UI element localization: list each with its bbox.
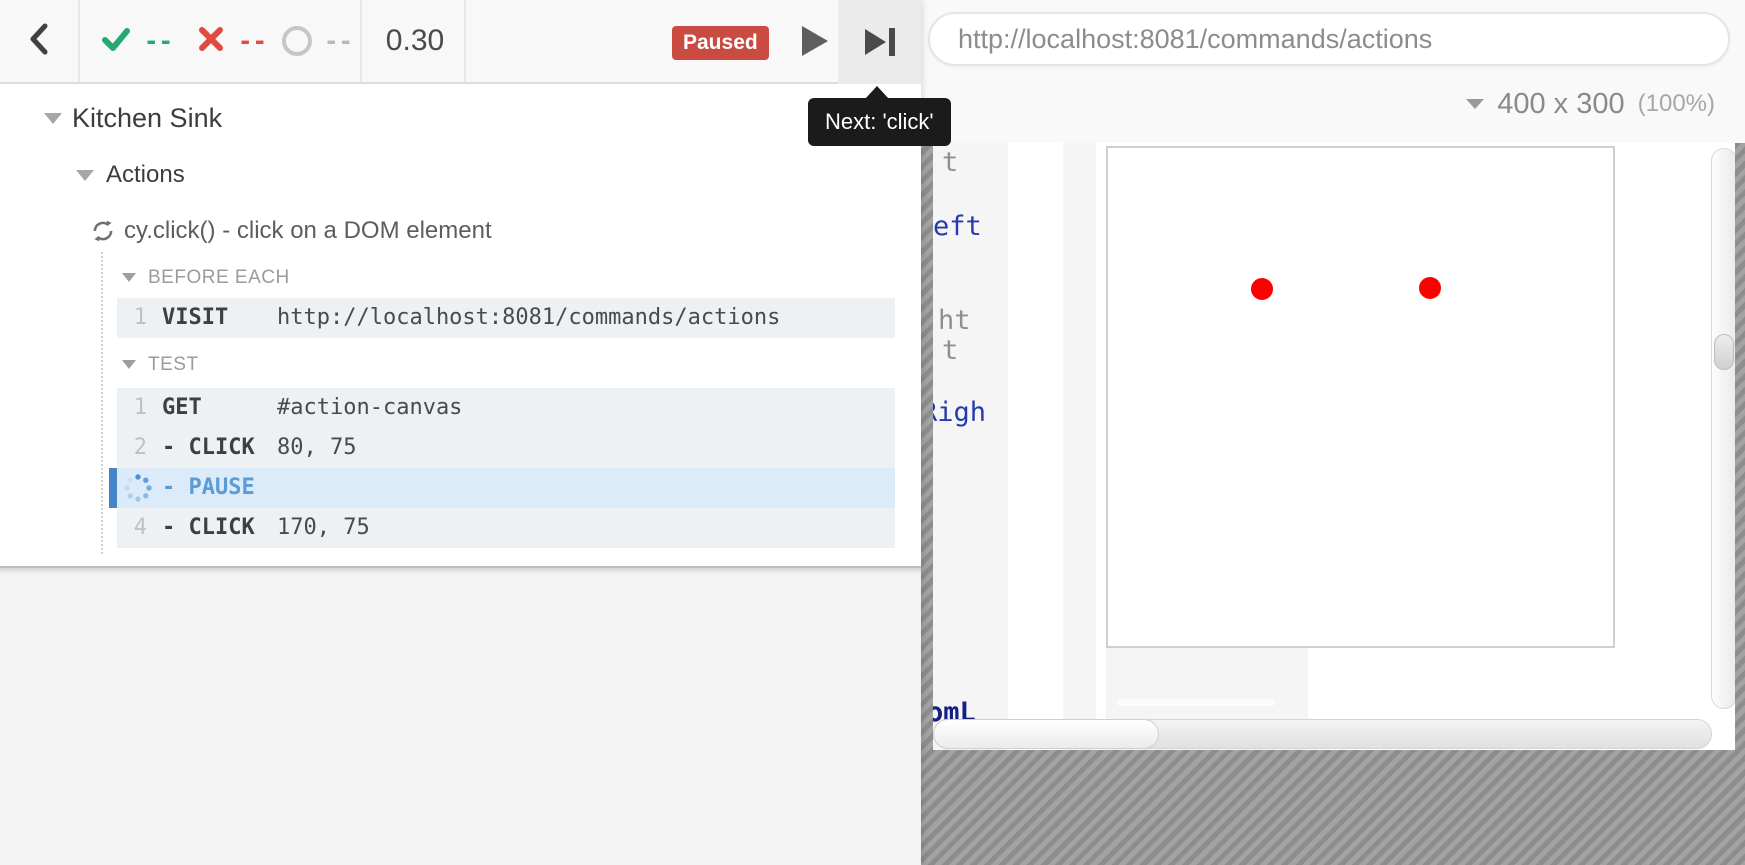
viewport-size: 400 x 300 — [1497, 88, 1624, 121]
address-bar[interactable]: http://localhost:8081/commands/actions — [928, 12, 1730, 66]
run-duration: 0.30 — [366, 0, 464, 82]
hook-label: BEFORE EACH — [148, 265, 290, 291]
command-args: 80, 75 — [277, 428, 356, 468]
suite-label: Kitchen Sink — [72, 100, 222, 136]
suite-label: Actions — [106, 158, 185, 192]
command-args: http://localhost:8081/commands/actions — [277, 298, 780, 338]
code-fragment: t — [942, 147, 958, 178]
back-button[interactable] — [0, 0, 78, 82]
resume-button[interactable] — [788, 14, 842, 68]
test-title: cy.click() - click on a DOM element — [124, 214, 492, 248]
step-forward-icon — [865, 29, 886, 55]
refresh-icon — [90, 218, 116, 249]
aut-panel: http://localhost:8081/commands/actions 4… — [921, 0, 1745, 865]
horizontal-scrollbar-thumb[interactable] — [933, 719, 1159, 749]
caret-down-icon — [76, 170, 94, 181]
next-step-button[interactable] — [838, 0, 921, 84]
chevron-left-icon — [24, 19, 54, 64]
code-fragment: t — [942, 335, 958, 366]
stat-failed: -- — [196, 0, 267, 82]
spinner-icon — [123, 473, 153, 509]
caret-down-icon — [122, 360, 136, 369]
command-row-pause[interactable]: - PAUSE — [109, 468, 895, 508]
paused-status-badge: Paused — [672, 26, 769, 60]
command-row-visit[interactable]: 1 VISIT http://localhost:8081/commands/a… — [117, 298, 895, 338]
suite-actions[interactable]: Actions — [0, 158, 921, 192]
caret-down-icon — [44, 113, 62, 124]
command-number: 2 — [121, 428, 147, 468]
code-block-clipped: t eft ht t Righ omL — [933, 143, 1008, 750]
step-forward-icon-bar — [889, 28, 895, 56]
failed-count: -- — [238, 27, 267, 55]
hook-label: TEST — [148, 352, 199, 378]
command-name: VISIT — [162, 298, 228, 338]
cypress-test-runner: -- -- -- 0.30 Paused — [0, 0, 1745, 865]
vertical-scrollbar-thumb[interactable] — [1714, 334, 1734, 370]
command-args: 170, 75 — [277, 508, 370, 548]
next-step-tooltip: Next: 'click' — [808, 98, 951, 146]
circle-icon — [282, 26, 312, 56]
code-block-divider — [1118, 699, 1274, 706]
command-name: GET — [162, 388, 202, 428]
suite-kitchen-sink[interactable]: Kitchen Sink — [0, 100, 921, 136]
test-content-guide-line — [101, 252, 103, 554]
check-icon — [100, 23, 132, 60]
test-cy-click[interactable]: cy.click() - click on a DOM element — [0, 214, 921, 248]
toolbar-divider — [78, 0, 80, 82]
caret-down-icon — [1466, 99, 1484, 109]
code-fragment: Righ — [933, 397, 986, 428]
click-marker-dot — [1251, 278, 1273, 300]
stat-passed: -- — [100, 0, 173, 82]
command-number: 1 — [121, 298, 147, 338]
command-name: - CLICK — [162, 508, 255, 548]
passed-count: -- — [144, 27, 173, 55]
reporter-toolbar: -- -- -- 0.30 Paused — [0, 0, 921, 84]
reporter-panel: -- -- -- 0.30 Paused — [0, 0, 921, 865]
x-icon — [196, 24, 226, 59]
command-name: - CLICK — [162, 428, 255, 468]
viewport-zoom: (100%) — [1638, 90, 1715, 118]
hook-before-each[interactable]: BEFORE EACH — [0, 265, 800, 291]
action-canvas[interactable] — [1106, 146, 1615, 648]
command-name: - PAUSE — [162, 468, 255, 508]
aut-header: http://localhost:8081/commands/actions 4… — [921, 0, 1745, 143]
aut-iframe: t eft ht t Righ omL — [933, 143, 1735, 750]
play-icon — [802, 26, 828, 56]
aut-stage-background: t eft ht t Righ omL — [921, 143, 1745, 865]
toolbar-divider — [464, 0, 466, 82]
viewport-selector[interactable]: 400 x 300 (100%) — [1466, 84, 1715, 124]
reporter-footer — [0, 566, 921, 865]
pending-count: -- — [324, 27, 353, 55]
url-text: http://localhost:8081/commands/actions — [958, 14, 1432, 64]
command-row-get[interactable]: 1 GET #action-canvas — [117, 388, 895, 428]
code-block-column — [1063, 143, 1096, 750]
toolbar-divider — [360, 0, 362, 82]
command-row-click-2[interactable]: 4 - CLICK 170, 75 — [117, 508, 895, 548]
click-marker-dot — [1419, 277, 1441, 299]
command-row-click-1[interactable]: 2 - CLICK 80, 75 — [117, 428, 895, 468]
stat-pending: -- — [282, 0, 353, 82]
code-fragment: eft — [933, 211, 982, 242]
command-args: #action-canvas — [277, 388, 462, 428]
vertical-scrollbar-track[interactable] — [1711, 148, 1735, 709]
code-fragment: ht — [938, 305, 971, 336]
caret-down-icon — [122, 273, 136, 282]
hook-test[interactable]: TEST — [0, 352, 800, 378]
command-number: 4 — [121, 508, 147, 548]
command-number: 1 — [121, 388, 147, 428]
